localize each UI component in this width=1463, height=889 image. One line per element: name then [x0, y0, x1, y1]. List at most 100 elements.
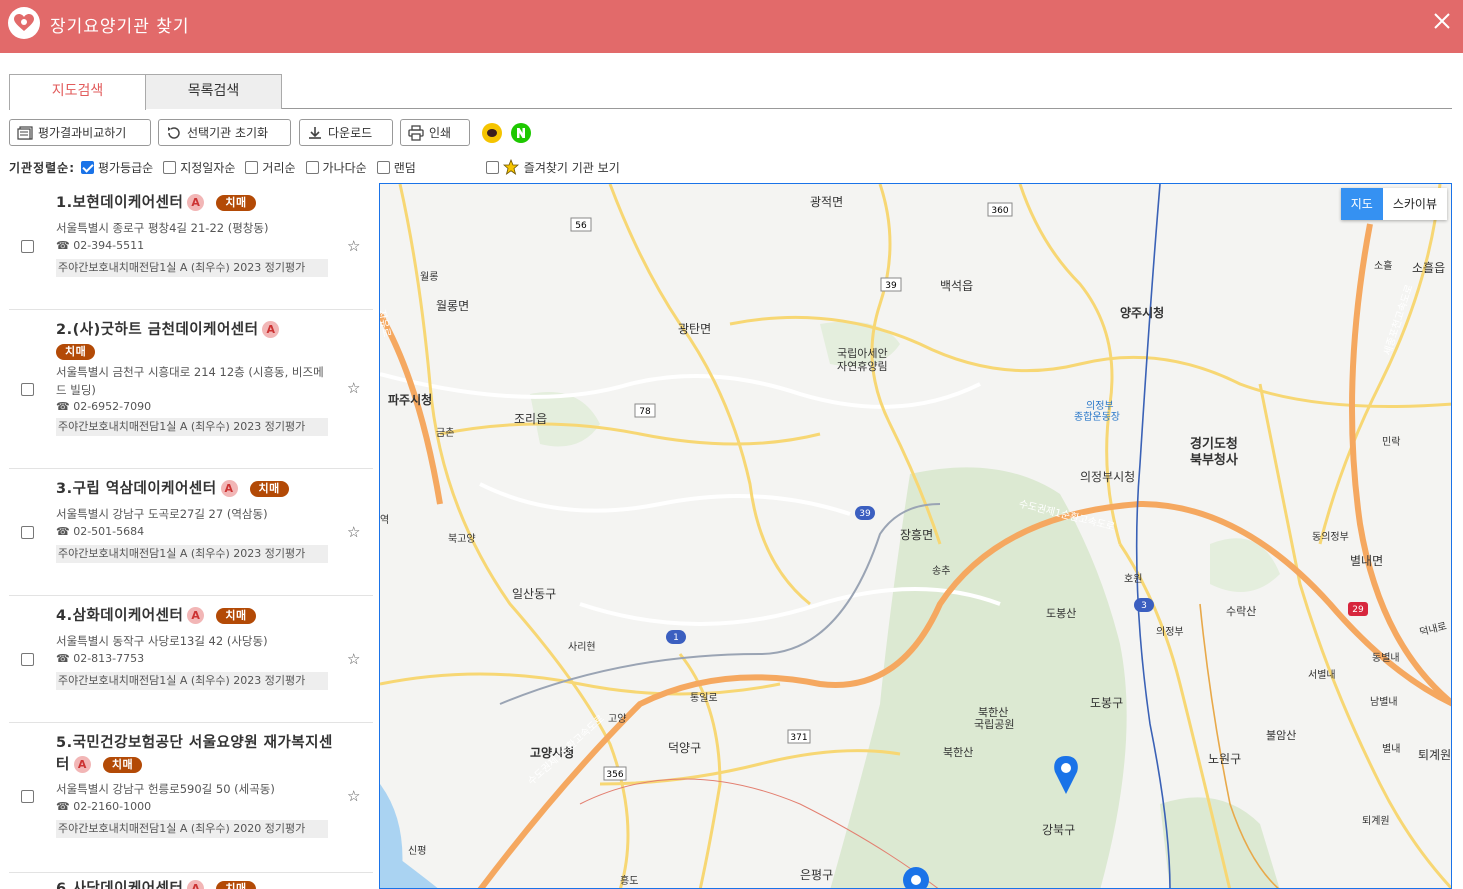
map-label: 퇴계원읍	[1418, 748, 1452, 762]
facility-name[interactable]: 3.구립 역삼데이케어센터	[56, 481, 217, 497]
print-label: 인쇄	[429, 126, 452, 140]
download-button[interactable]: 다운로드	[299, 119, 393, 146]
map-label: 금촌	[436, 427, 454, 439]
map-label: 강북구	[1042, 823, 1075, 837]
compare-results-button[interactable]: 평가결과비교하기	[9, 119, 151, 146]
download-icon	[309, 126, 321, 139]
list-item[interactable]: 4.삼화데이케어센터 A 치매 서울특별시 동작구 사당로13길 42 (사당동) …	[9, 596, 373, 723]
tab-map-search[interactable]: 지도검색	[9, 74, 146, 110]
map-label: 별내면	[1350, 554, 1383, 568]
map-label: 월롱면	[436, 299, 469, 313]
facility-name-row[interactable]: 5.국민건강보험공단 서울요양원 재가복지센터 A 치매	[56, 732, 336, 776]
facility-checkbox[interactable]	[21, 790, 34, 803]
kakao-share-icon[interactable]	[482, 123, 502, 143]
facility-name-row[interactable]: 4.삼화데이케어센터 A 치매	[56, 605, 336, 627]
facility-checkbox[interactable]	[21, 653, 34, 666]
map-label: 불암산	[1266, 729, 1296, 742]
sort-date-checkbox[interactable]	[163, 160, 177, 174]
tab-bar: 지도검색 목록검색	[9, 74, 1452, 110]
map-label: 북부청사	[1190, 452, 1238, 468]
facility-name-row[interactable]: 2.(사)굿하트 금천데이케어센터 A 치매	[56, 319, 336, 363]
grade-badge: A	[262, 321, 280, 338]
grade-badge: A	[187, 194, 205, 211]
favorite-star-icon[interactable]: ☆	[347, 237, 360, 255]
favorites-option[interactable]: 즐겨찾기 기관 보기	[485, 159, 620, 176]
dementia-badge: 치매	[56, 344, 96, 360]
reset-selection-label: 선택기관 초기화	[187, 126, 269, 140]
sort-random-label: 랜덤	[393, 160, 416, 175]
map-label: 사리현	[568, 641, 596, 653]
map-label: 국립공원	[974, 718, 1014, 731]
list-item[interactable]: 5.국민건강보험공단 서울요양원 재가복지센터 A 치매 서울특별시 강남구 헌릉로…	[9, 723, 373, 873]
sort-date-label: 지정일자순	[180, 160, 236, 175]
close-icon[interactable]	[1431, 10, 1453, 32]
facility-name[interactable]: 5.국민건강보험공단 서울요양원 재가복지센터	[56, 735, 333, 773]
list-item[interactable]: 3.구립 역삼데이케어센터 A 치매 서울특별시 강남구 도곡로27길 27 (역삼…	[9, 469, 373, 596]
sort-distance-option[interactable]: 거리순	[245, 159, 296, 176]
facility-address: 서울특별시 종로구 평창4길 21-22 (평창동)	[56, 221, 269, 235]
facility-name-row[interactable]: 6.사당데이케어센터 A 치매	[56, 878, 336, 889]
list-item[interactable]: 6.사당데이케어센터 A 치매	[9, 873, 373, 889]
sort-random-checkbox[interactable]	[376, 160, 390, 174]
sort-random-option[interactable]: 랜덤	[376, 159, 416, 176]
map-view[interactable]: 광적면 백석읍 양주시청 월롱 월롱면 광탄면 국립아세안 자연휴양림 소흘 소…	[379, 183, 1452, 889]
map-label: 일산동구	[512, 587, 556, 601]
map-label: 광탄면	[678, 322, 711, 336]
tab-list-search[interactable]: 목록검색	[145, 74, 282, 109]
sort-alpha-checkbox[interactable]	[305, 160, 319, 174]
facility-address: 서울특별시 강남구 도곡로27길 27 (역삼동)	[56, 507, 268, 521]
dementia-badge: 치매	[216, 608, 256, 624]
sort-date-option[interactable]: 지정일자순	[163, 159, 235, 176]
facility-list[interactable]: 1.보현데이케어센터 A 치매 서울특별시 종로구 평창4길 21-22 (평창동)…	[9, 183, 373, 889]
map-label: 조리읍	[514, 412, 547, 426]
favorite-star-icon[interactable]: ☆	[347, 787, 360, 805]
map-label: 노원구	[1208, 752, 1241, 766]
subway-line	[1135, 184, 1171, 888]
favorite-star-icon[interactable]: ☆	[347, 379, 360, 397]
facility-address: 서울특별시 금천구 시흥대로 214 12층 (시흥동, 비즈메드 빌딩)	[56, 365, 324, 397]
favorite-star-icon[interactable]: ☆	[347, 523, 360, 541]
facility-name[interactable]: 4.삼화데이케어센터	[56, 608, 183, 624]
map-type-button[interactable]: 지도	[1340, 188, 1383, 220]
sort-distance-checkbox[interactable]	[245, 160, 259, 174]
map-label: 고양	[608, 713, 626, 725]
map-label: 동의정부	[1312, 531, 1349, 543]
map-label: 국립아세안	[837, 347, 888, 360]
print-button[interactable]: 인쇄	[400, 119, 470, 146]
facility-checkbox[interactable]	[21, 526, 34, 539]
naver-share-icon[interactable]	[511, 123, 531, 143]
favorites-label: 즐겨찾기 기관 보기	[523, 160, 620, 175]
skyview-type-button[interactable]: 스카이뷰	[1383, 188, 1447, 220]
map-label: 은평구	[800, 868, 833, 882]
facility-checkbox[interactable]	[21, 383, 34, 396]
facility-name[interactable]: 1.보현데이케어센터	[56, 195, 183, 211]
facility-name-row[interactable]: 3.구립 역삼데이케어센터 A 치매	[56, 478, 336, 500]
sort-options: 기관정렬순: 평가등급순 지정일자순 거리순 가나다순 랜덤 즐겨찾기 기관 보…	[9, 157, 630, 177]
grade-badge: A	[73, 756, 91, 773]
map-canvas[interactable]: 광적면 백석읍 양주시청 월롱 월롱면 광탄면 국립아세안 자연휴양림 소흘 소…	[380, 184, 1452, 889]
map-label: 장흥면	[900, 528, 933, 542]
favorite-star-icon[interactable]: ☆	[347, 650, 360, 668]
map-label: 의정부	[1086, 400, 1114, 412]
list-item[interactable]: 2.(사)굿하트 금천데이케어센터 A 치매 서울특별시 금천구 시흥대로 214 …	[9, 310, 373, 469]
facility-name[interactable]: 2.(사)굿하트 금천데이케어센터	[56, 322, 258, 338]
download-label: 다운로드	[328, 126, 373, 140]
compare-results-label: 평가결과비교하기	[38, 126, 127, 140]
facility-evaluation: 주야간보호내치매전담1실 A (최우수) 2023 정기평가	[56, 672, 328, 690]
list-item[interactable]: 1.보현데이케어센터 A 치매 서울특별시 종로구 평창4길 21-22 (평창동)…	[9, 183, 373, 310]
map-label: 경기도청	[1190, 436, 1238, 452]
sort-alpha-option[interactable]: 가나다순	[305, 159, 367, 176]
map-label: 월롱	[420, 271, 438, 283]
map-label: 수락산	[1226, 605, 1256, 618]
facility-checkbox[interactable]	[21, 240, 34, 253]
map-label: 퇴계원	[1362, 815, 1390, 827]
sort-grade-checkbox[interactable]	[81, 160, 94, 174]
favorites-checkbox[interactable]	[485, 160, 499, 174]
facility-name[interactable]: 6.사당데이케어센터	[56, 881, 183, 889]
map-label: 소흘읍	[1412, 261, 1445, 275]
grade-badge: A	[187, 880, 205, 889]
facility-name-row[interactable]: 1.보현데이케어센터 A 치매	[56, 192, 336, 214]
reset-selection-button[interactable]: 선택기관 초기화	[158, 119, 291, 146]
sort-grade-option[interactable]: 평가등급순	[81, 159, 153, 176]
facility-phone: ☎ 02-6952-7090	[56, 400, 152, 413]
